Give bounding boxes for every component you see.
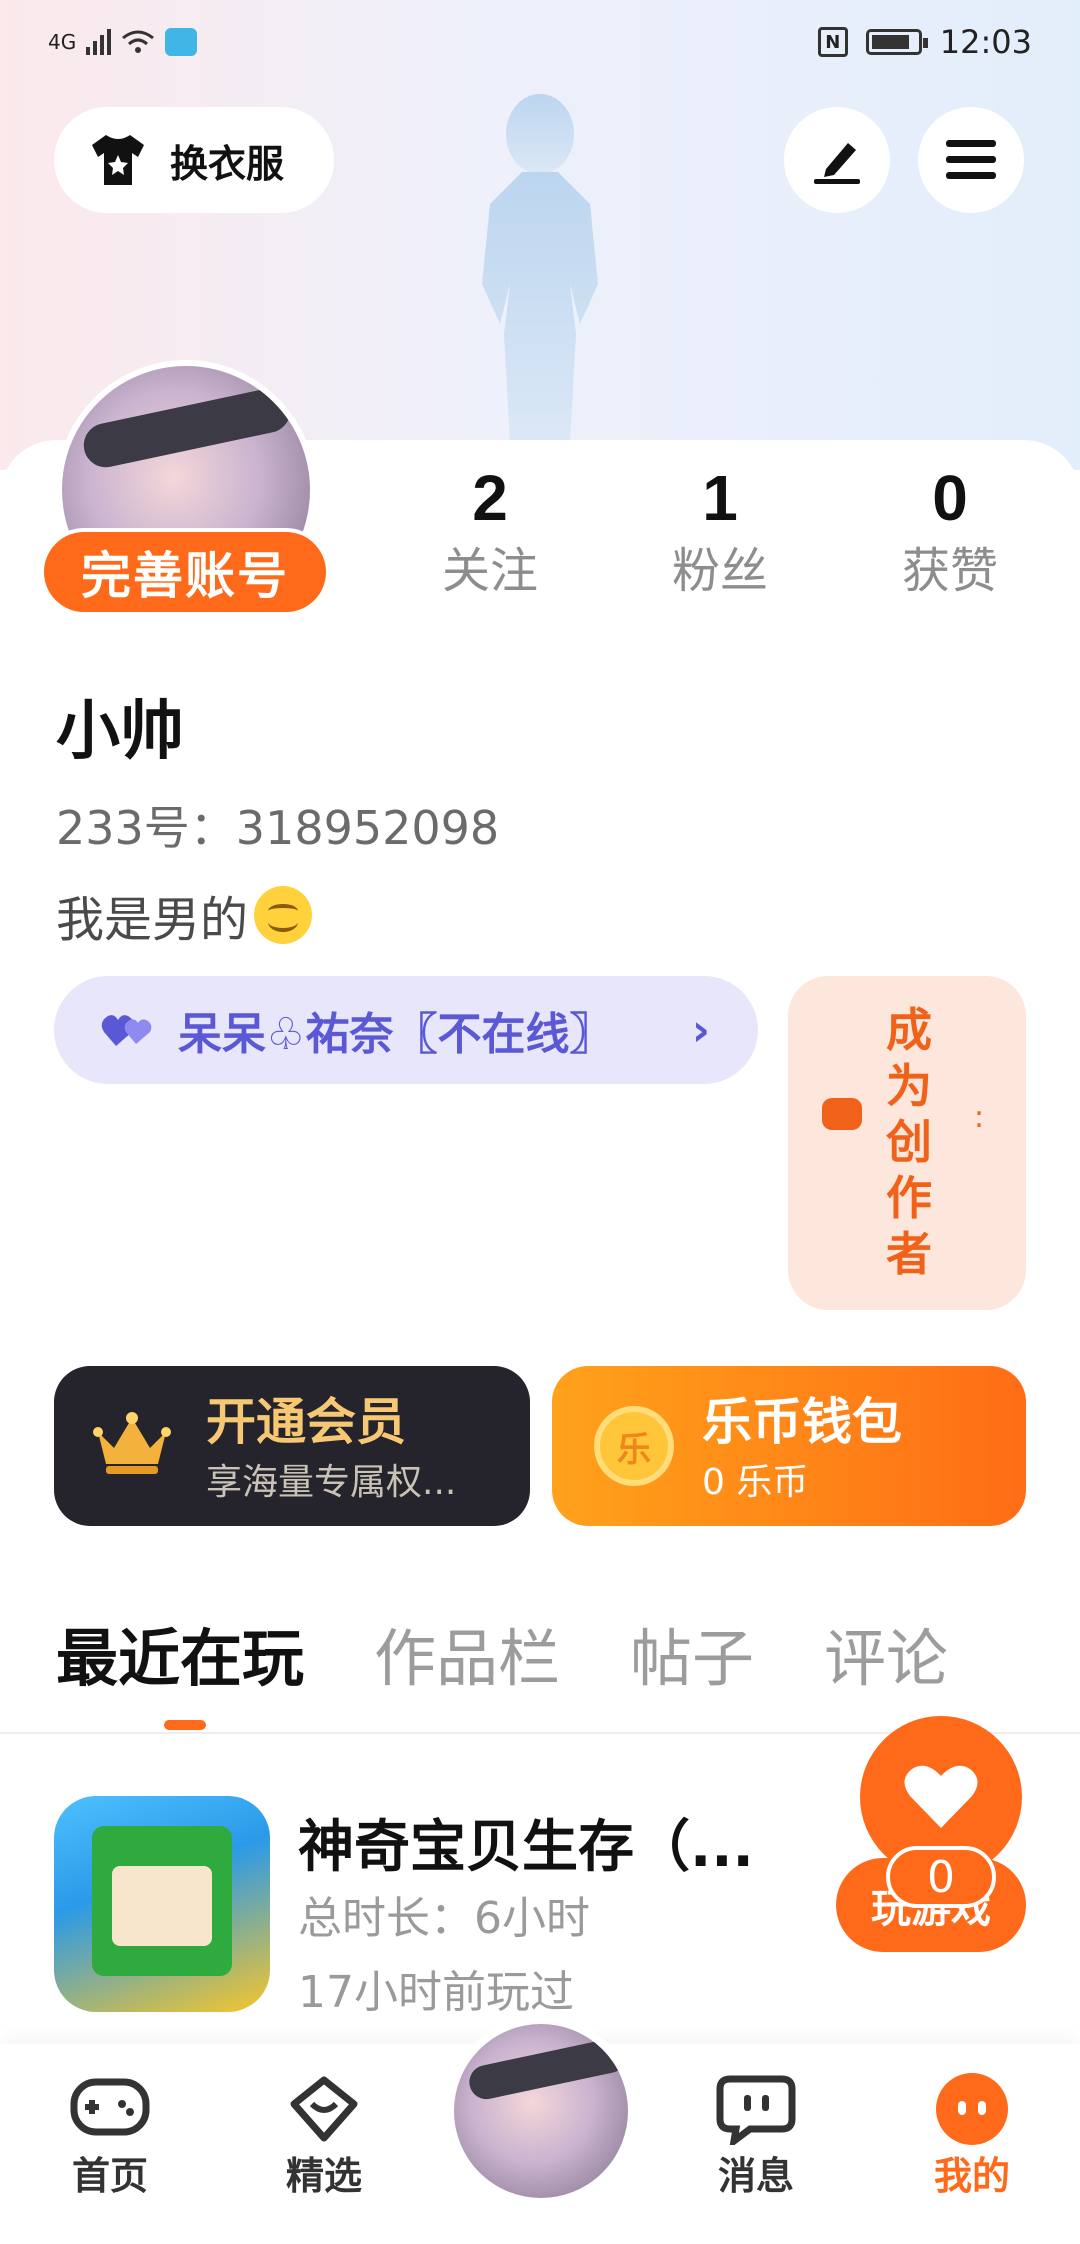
user-id[interactable]: 233号：318952098 [56,792,499,858]
stat-following-label: 关注 [441,543,538,599]
edit-profile-button[interactable] [784,107,890,213]
tab-posts[interactable]: 帖子 [630,1616,754,1702]
chevron-right-icon: › [691,1004,710,1056]
game-duration: 总时长：6小时 [298,1893,590,1944]
vip-membership-card[interactable]: 开通会员 享海量专属权... [54,1366,530,1526]
signal-icon [86,29,112,55]
change-outfit-button[interactable]: 换衣服 [54,107,334,213]
like-count-badge: 0 [886,1846,996,1908]
nav-messages[interactable]: 消息 [676,2072,836,2206]
tshirt-icon [92,135,144,185]
gamepad-icon [69,2072,151,2146]
stat-fans-value: 1 [702,462,738,534]
become-creator-card[interactable]: 成为创作者 : [788,976,1026,1310]
game-last-played: 17小时前玩过 [298,1967,574,2018]
status-left: 4G [48,28,198,56]
active-tab-indicator [164,1720,206,1730]
profile-face-icon [931,2072,1013,2146]
status-right: N 12:03 [817,23,1032,61]
partner-link[interactable]: 呆呆♧祐奈〖不在线〗 › [54,976,758,1084]
vip-subtitle: 享海量专属权... [206,1462,457,1503]
wallet-balance: 0 乐币 [702,1462,809,1503]
pen-icon [814,143,860,184]
nav-home-label: 首页 [71,2154,148,2198]
app-notification-icon [165,28,198,56]
menu-button[interactable] [918,107,1024,213]
vip-title: 开通会员 [206,1393,406,1451]
nav-messages-label: 消息 [717,2154,794,2198]
battery-icon [865,29,928,55]
stat-following[interactable]: 2 关注 [410,458,570,604]
nav-center-avatar[interactable] [446,2016,636,2206]
network-label: 4G [48,30,77,54]
wallet-card[interactable]: 乐 乐币钱包 0 乐币 [552,1366,1026,1526]
user-bio: 我是男的 [56,880,313,950]
smile-emoji-icon [254,886,313,944]
wallet-title: 乐币钱包 [702,1393,902,1451]
nav-me-label: 我的 [933,2154,1010,2198]
stat-following-value: 2 [472,462,508,534]
nav-me[interactable]: 我的 [892,2072,1052,2206]
change-outfit-label: 换衣服 [170,141,285,186]
profile-tabs: 最近在玩 作品栏 帖子 评论 [56,1616,948,1702]
tab-works[interactable]: 作品栏 [374,1616,560,1702]
stat-likes-label: 获赞 [901,543,998,599]
status-bar: 4G N 12:03 [0,0,1080,84]
tab-comments[interactable]: 评论 [824,1616,948,1702]
nav-featured-label: 精选 [285,2154,362,2198]
double-heart-icon [101,1015,152,1046]
become-creator-label: 成为创作者 [886,1003,932,1281]
message-icon [715,2072,797,2146]
tab-recently-played[interactable]: 最近在玩 [56,1616,304,1702]
game-title: 神奇宝贝生存（... [298,1815,754,1880]
le-coin-icon: 乐 [594,1406,674,1486]
complete-account-button[interactable]: 完善账号 [40,528,330,616]
avatar-3d-figure [430,84,650,444]
game-icon [54,1796,270,2012]
nfc-icon: N [817,27,848,57]
creator-arrow-icon: : [974,1100,985,1135]
stat-likes-value: 0 [932,462,968,534]
clock: 12:03 [939,23,1032,61]
stat-fans-label: 粉丝 [671,543,768,599]
hamburger-menu-icon [946,140,996,179]
creator-gamepad-icon [822,1098,862,1130]
partner-label: 呆呆♧祐奈〖不在线〗 [178,1009,614,1060]
username: 小帅 [56,695,184,769]
heart-chat-icon [283,2072,365,2146]
stat-likes[interactable]: 0 获赞 [870,458,1030,604]
heart-icon [904,1765,978,1828]
bio-text: 我是男的 [56,892,249,948]
stat-fans[interactable]: 1 粉丝 [640,458,800,604]
nav-featured[interactable]: 精选 [244,2072,404,2206]
nav-home[interactable]: 首页 [30,2072,190,2206]
wifi-icon [122,30,155,53]
crown-icon [93,1412,171,1474]
